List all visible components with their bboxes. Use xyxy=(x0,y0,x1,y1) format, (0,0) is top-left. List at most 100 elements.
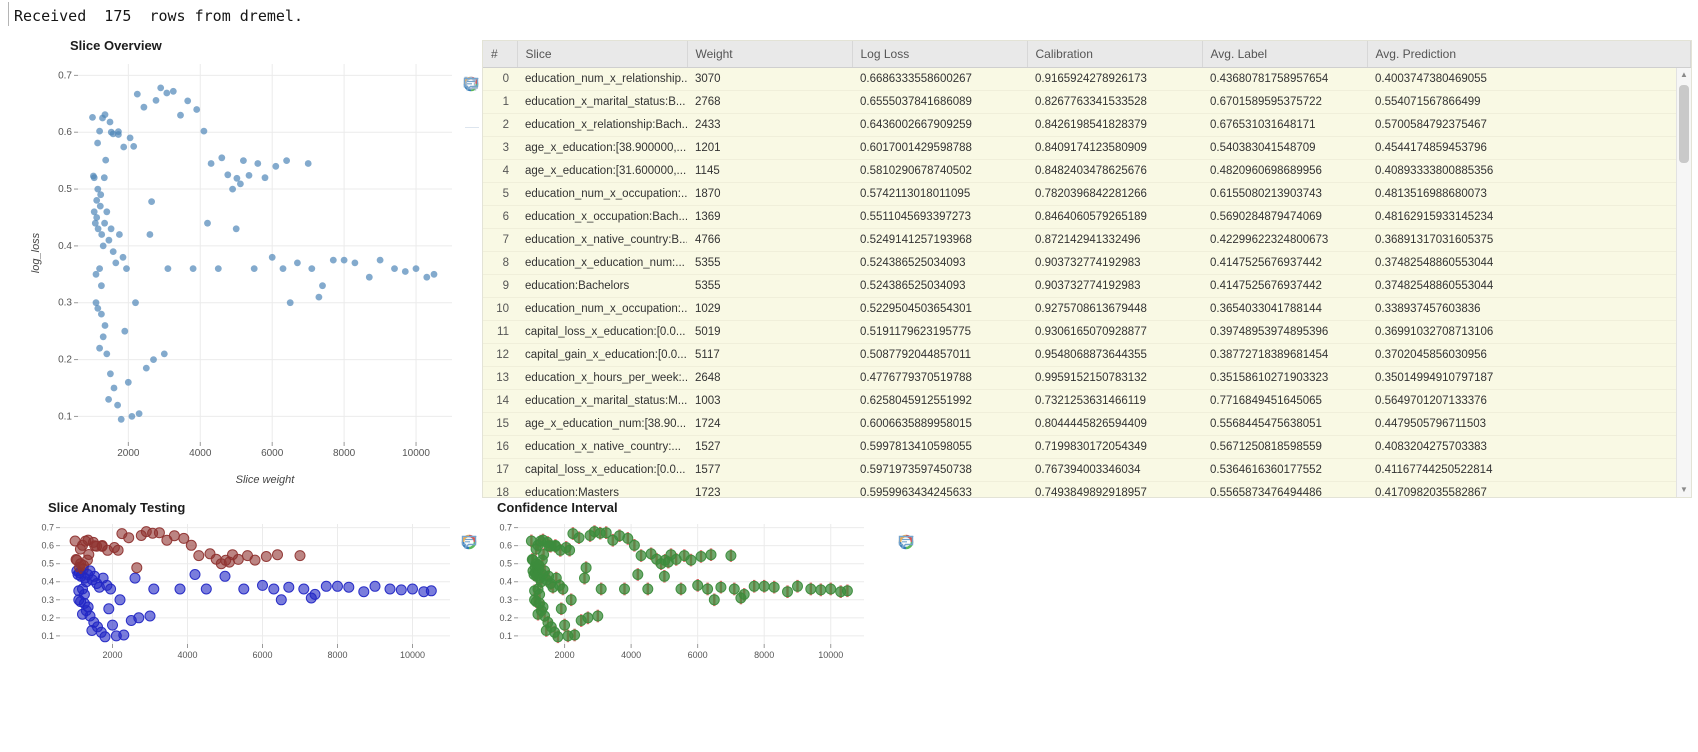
scroll-down-arrow[interactable]: ▼ xyxy=(1677,483,1691,497)
data-point[interactable] xyxy=(112,544,124,556)
table-row[interactable]: 7 education_x_native_country:B... 4766 0.52… xyxy=(483,228,1691,252)
data-point[interactable] xyxy=(391,265,398,272)
table-row[interactable]: 11 capital_loss_x_education:[0.0... 5019 0.… xyxy=(483,320,1691,344)
data-point[interactable] xyxy=(825,583,837,595)
data-point[interactable] xyxy=(200,127,208,135)
toggle-hover-tooltip-icon[interactable] xyxy=(463,77,481,150)
data-point[interactable] xyxy=(193,106,201,113)
data-point[interactable] xyxy=(782,586,793,598)
data-point[interactable] xyxy=(100,174,108,182)
data-point[interactable] xyxy=(129,572,141,584)
data-point[interactable] xyxy=(207,160,215,167)
data-point[interactable] xyxy=(124,378,132,386)
data-point[interactable] xyxy=(132,299,139,307)
data-point[interactable] xyxy=(430,270,438,278)
data-point[interactable] xyxy=(725,550,737,562)
data-point[interactable] xyxy=(695,551,707,562)
data-point[interactable] xyxy=(238,583,250,595)
data-point[interactable] xyxy=(768,581,780,593)
table-row[interactable]: 9 education:Bachelors 5355 0.52438652503409… xyxy=(483,274,1691,298)
data-point[interactable] xyxy=(153,527,165,539)
data-point[interactable] xyxy=(304,160,312,167)
data-point[interactable] xyxy=(557,583,569,595)
toggle-hover-tooltip-icon[interactable] xyxy=(898,535,916,559)
data-point[interactable] xyxy=(260,551,272,562)
data-point[interactable] xyxy=(98,282,105,290)
data-point[interactable] xyxy=(294,550,306,562)
data-point[interactable] xyxy=(407,583,418,595)
data-point[interactable] xyxy=(94,225,102,233)
data-point[interactable] xyxy=(538,549,550,560)
data-point[interactable] xyxy=(384,583,396,595)
data-point[interactable] xyxy=(105,583,117,595)
slice-overview-canvas[interactable]: 2000 4000 6000 8000 10000 0.1 0.2 0.3 0.4 0.5 0.6 0… xyxy=(28,56,468,488)
data-point[interactable] xyxy=(114,594,126,606)
data-point[interactable] xyxy=(702,583,714,595)
data-point[interactable] xyxy=(715,581,727,593)
data-point[interactable] xyxy=(174,583,186,595)
data-point[interactable] xyxy=(233,174,241,182)
table-row[interactable]: 3 age_x_education:[38.900000,... 1201 0.601… xyxy=(483,136,1691,160)
data-point[interactable] xyxy=(144,610,156,622)
data-point[interactable] xyxy=(286,299,294,307)
data-point[interactable] xyxy=(142,364,150,372)
column-header-avg-label[interactable]: Avg. Label xyxy=(1202,41,1368,68)
data-point[interactable] xyxy=(738,588,750,600)
data-point[interactable] xyxy=(135,410,143,417)
data-point[interactable] xyxy=(351,259,359,267)
data-point[interactable] xyxy=(89,114,96,121)
data-point[interactable] xyxy=(365,273,373,281)
table-row[interactable]: 0 education_num_x_relationship... 3070 0.66… xyxy=(483,67,1691,91)
data-point[interactable] xyxy=(358,586,370,598)
plotly-logo-icon[interactable] xyxy=(898,514,916,550)
data-point[interactable] xyxy=(592,610,604,622)
table-row[interactable]: 1 education_x_marital_status:B... 2768 0.65… xyxy=(483,90,1691,114)
data-point[interactable] xyxy=(121,327,129,335)
data-point[interactable] xyxy=(658,570,670,582)
data-point[interactable] xyxy=(841,585,853,597)
data-point[interactable] xyxy=(146,231,154,238)
data-point[interactable] xyxy=(164,265,172,272)
data-point[interactable] xyxy=(105,396,112,403)
table-row[interactable]: 13 education_x_hours_per_week:... 2648 0.47… xyxy=(483,366,1691,390)
data-point[interactable] xyxy=(635,550,647,562)
data-point[interactable] xyxy=(184,97,192,105)
data-point[interactable] xyxy=(268,253,276,261)
data-point[interactable] xyxy=(101,322,109,329)
data-point[interactable] xyxy=(580,562,592,574)
data-point[interactable] xyxy=(185,539,197,551)
data-point[interactable] xyxy=(792,580,803,592)
column-header-index[interactable]: # xyxy=(483,41,518,68)
data-point[interactable] xyxy=(157,84,165,92)
data-point[interactable] xyxy=(329,256,337,264)
data-point[interactable] xyxy=(425,585,437,597)
data-point[interactable] xyxy=(224,171,232,179)
data-point[interactable] xyxy=(245,172,253,179)
data-point[interactable] xyxy=(189,265,197,272)
data-point[interactable] xyxy=(131,562,143,574)
data-point[interactable] xyxy=(99,333,107,341)
data-point[interactable] xyxy=(708,594,720,606)
table-row[interactable]: 18 education:Masters 1723 0.595996343424563… xyxy=(483,481,1691,497)
data-point[interactable] xyxy=(96,127,103,135)
data-point[interactable] xyxy=(114,401,121,409)
toggle-hover-tooltip-icon[interactable] xyxy=(461,535,479,559)
data-point[interactable] xyxy=(103,208,111,216)
data-point[interactable] xyxy=(275,594,287,606)
data-point[interactable] xyxy=(728,583,740,595)
data-point[interactable] xyxy=(200,583,212,595)
data-point[interactable] xyxy=(128,413,136,420)
data-point[interactable] xyxy=(112,259,120,267)
data-point[interactable] xyxy=(214,265,222,272)
scrollbar-thumb[interactable] xyxy=(1679,85,1689,163)
data-point[interactable] xyxy=(92,270,100,278)
data-point[interactable] xyxy=(107,370,114,378)
data-point[interactable] xyxy=(579,572,590,584)
data-point[interactable] xyxy=(309,588,321,600)
data-point[interactable] xyxy=(692,579,704,591)
data-point[interactable] xyxy=(96,202,104,210)
data-point[interactable] xyxy=(110,384,118,392)
data-point[interactable] xyxy=(177,111,184,119)
data-point[interactable] xyxy=(232,225,240,233)
data-point[interactable] xyxy=(283,581,295,593)
